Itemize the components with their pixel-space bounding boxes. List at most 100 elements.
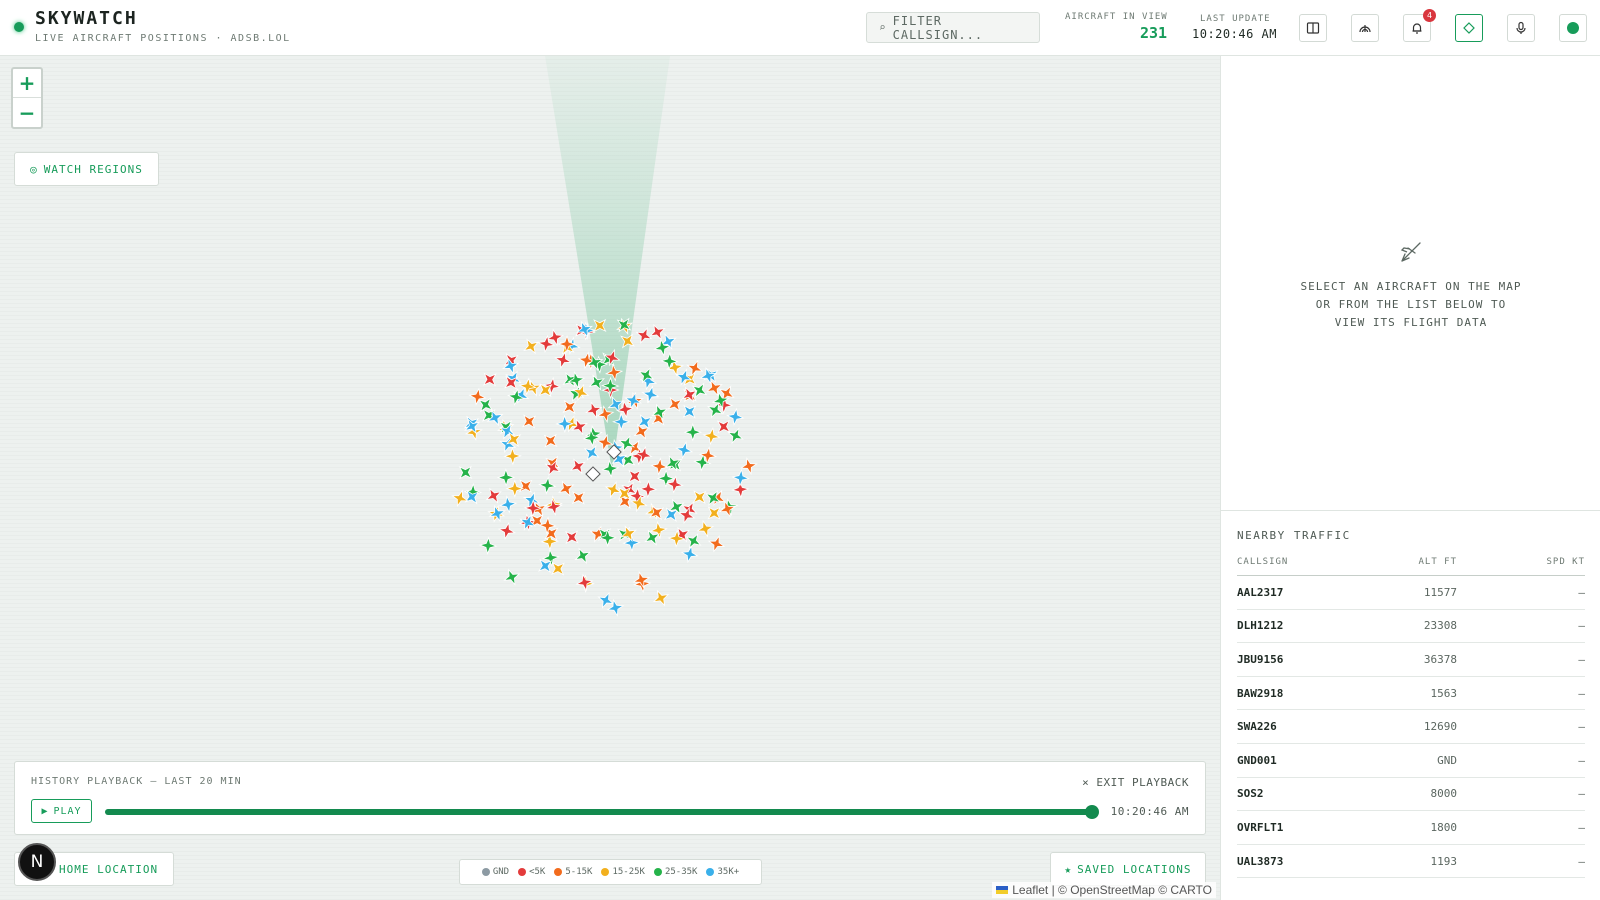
empty-state-line: SELECT AN AIRCRAFT ON THE MAP [1300,280,1522,293]
aircraft-marker[interactable] [500,371,523,394]
traffic-row[interactable]: BAW2918 1563 — [1237,677,1585,711]
aircraft-marker[interactable] [731,468,750,488]
aircraft-marker[interactable] [483,485,505,507]
watch-point-marker[interactable] [585,466,601,482]
aircraft-marker[interactable] [650,587,671,608]
saved-locations-button[interactable]: ★ SAVED LOCATIONS [1050,852,1206,886]
aircraft-marker[interactable] [683,422,703,442]
aircraft-marker[interactable] [539,430,562,453]
legend-label: GND [492,867,510,877]
aircraft-marker[interactable] [496,468,516,487]
airplane-icon [1400,242,1421,262]
row-callsign: SWA226 [1237,720,1277,734]
zoom-in-button[interactable]: + [13,69,41,98]
filter-callsign-input[interactable]: ⌕ FILTER CALLSIGN... [866,12,1040,43]
row-speed: — [1578,787,1585,801]
aircraft-marker[interactable] [725,425,746,446]
aircraft-marker[interactable] [454,461,477,484]
aircraft-marker[interactable] [623,465,646,488]
row-speed: — [1578,652,1585,666]
aircraft-marker[interactable] [698,366,718,386]
watch-regions-label: WATCH REGIONS [43,162,143,176]
aircraft-marker[interactable] [505,479,525,498]
radar-button[interactable] [1351,14,1379,42]
row-speed: — [1578,686,1585,700]
watch-regions-button[interactable]: ◎ WATCH REGIONS [14,152,159,186]
legend-item: 15-25K [601,867,645,877]
aircraft-marker[interactable] [703,502,726,525]
aircraft-map[interactable]: + − ◎ WATCH REGIONS HISTORY PLAYBACK — L… [0,56,1220,900]
aircraft-marker[interactable] [497,521,516,540]
playback-title: HISTORY PLAYBACK — LAST 20 MIN [31,776,242,787]
aircraft-marker[interactable] [558,396,581,419]
saved-locations-label: SAVED LOCATIONS [1077,862,1192,876]
aircraft-marker[interactable] [702,426,721,446]
legend-item: <5K [518,867,545,877]
bell-icon [1412,23,1422,34]
aircraft-marker[interactable] [501,567,522,588]
aircraft-marker[interactable] [518,410,541,433]
app-title: SKYWATCH [35,8,138,29]
aircraft-marker[interactable] [520,335,542,357]
panel-toggle-button[interactable] [1299,14,1327,42]
aircraft-in-view-label: AIRCRAFT IN VIEW [1065,12,1168,22]
live-status-button[interactable] [1559,14,1587,42]
traffic-row[interactable]: GND001 GND — [1237,744,1585,778]
playback-handle[interactable] [1085,805,1099,819]
playback-slider[interactable] [105,805,1099,819]
traffic-row[interactable]: SWA226 12690 — [1237,710,1585,744]
aircraft-marker[interactable] [560,526,583,549]
mic-icon [1516,21,1526,34]
traffic-row[interactable]: OVRFLT1 1800 — [1237,811,1585,845]
traffic-row[interactable]: JBU9156 36378 — [1237,643,1585,677]
map-attribution: Leaflet | © OpenStreetMap © CARTO [992,882,1216,898]
aircraft-marker[interactable] [647,321,669,343]
traffic-row[interactable]: UAL3873 1193 — [1237,845,1585,879]
row-callsign: SOS2 [1237,787,1264,801]
zoom-out-button[interactable]: − [13,98,41,127]
row-speed: — [1578,753,1585,767]
row-speed: — [1578,720,1585,734]
aircraft-marker[interactable] [678,400,701,423]
aircraft-marker[interactable] [555,478,577,500]
aircraft-marker[interactable] [479,368,502,391]
aircraft-marker[interactable] [581,442,603,464]
aircraft-marker[interactable] [641,385,660,404]
aircraft-marker[interactable] [675,440,694,460]
aircraft-marker[interactable] [503,446,522,466]
filter-placeholder: FILTER CALLSIGN... [892,13,984,42]
panel-icon [1306,22,1320,34]
legend-swatch [481,868,490,876]
microphone-button[interactable] [1507,14,1535,42]
aircraft-marker[interactable] [567,486,590,509]
traffic-row[interactable]: DLH1212 23308 — [1237,610,1585,644]
row-altitude: 12690 [1423,720,1457,734]
history-playback-panel: HISTORY PLAYBACK — LAST 20 MIN × EXIT PL… [14,761,1206,835]
flight-details-empty-state: SELECT AN AIRCRAFT ON THE MAP OR FROM TH… [1221,236,1600,332]
user-avatar[interactable]: N [18,843,56,881]
play-button[interactable]: ▶ PLAY [31,799,92,823]
traffic-row[interactable]: SOS2 8000 — [1237,778,1585,812]
aircraft-marker[interactable] [478,536,498,555]
exit-playback-button[interactable]: × EXIT PLAYBACK [1082,776,1189,789]
notifications-button[interactable]: 4 [1403,9,1436,42]
legend-swatch [601,868,610,876]
aircraft-marker[interactable] [706,534,726,554]
row-speed: — [1578,820,1585,834]
aircraft-marker[interactable] [572,545,594,567]
radar-icon [1359,25,1371,33]
aircraft-marker[interactable] [538,476,557,495]
aircraft-marker[interactable] [664,393,686,415]
column-speed: SPD KT [1546,557,1585,567]
aircraft-marker[interactable] [638,479,658,499]
aircraft-marker[interactable] [584,400,604,420]
aircraft-marker[interactable] [695,519,715,539]
last-update-label: LAST UPDATE [1200,14,1271,24]
diamond-mode-button[interactable] [1455,14,1483,42]
aircraft-marker[interactable] [726,407,745,426]
target-icon: ◎ [30,162,38,176]
aircraft-marker[interactable] [671,524,693,546]
row-altitude: 8000 [1430,787,1458,801]
legend-item: 5-15K [554,867,592,877]
traffic-row[interactable]: AAL2317 11577 — [1237,576,1585,610]
